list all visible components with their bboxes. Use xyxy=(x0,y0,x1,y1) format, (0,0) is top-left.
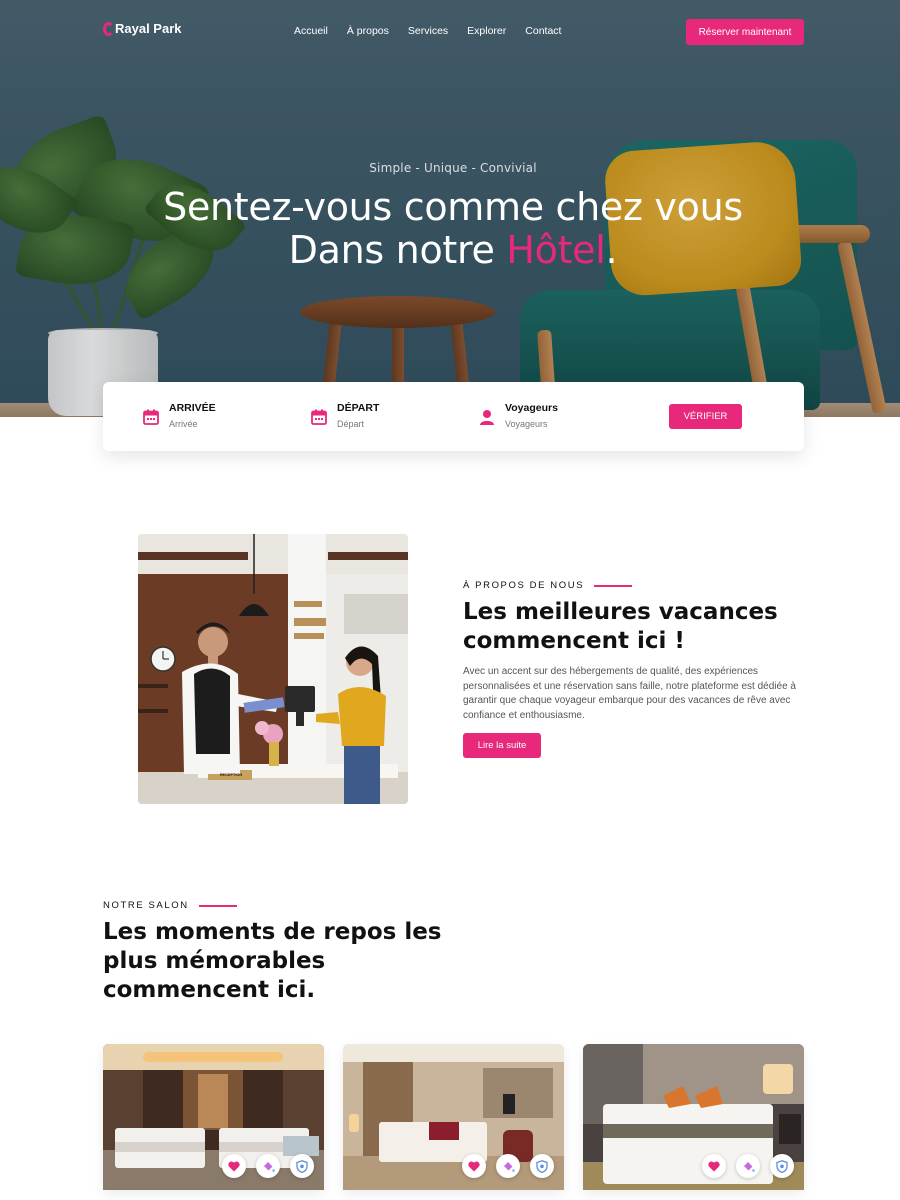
guests-label: Voyageurs xyxy=(505,402,558,414)
nav-link-accueil[interactable]: Accueil xyxy=(294,25,328,37)
hero-title-highlight: Hôtel xyxy=(506,228,606,272)
arrival-placeholder: Arrivée xyxy=(169,419,198,429)
book-now-button[interactable]: Réserver maintenant xyxy=(686,19,804,45)
reception-photo: RECEPTION xyxy=(138,534,408,804)
nav-link-services[interactable]: Services xyxy=(408,25,448,37)
about-eyebrow: À PROPOS DE NOUS xyxy=(463,580,633,591)
paint-bucket-icon[interactable] xyxy=(256,1154,280,1178)
departure-placeholder: Départ xyxy=(337,419,365,429)
arrival-label: ARRIVÉE xyxy=(169,402,216,414)
room-card-3-actions xyxy=(702,1154,794,1178)
guests-field[interactable]: Voyageurs Voyageurs xyxy=(479,402,558,429)
departure-label: DÉPART xyxy=(337,402,380,414)
nav-link-a-propos[interactable]: À propos xyxy=(347,25,389,37)
heart-icon[interactable] xyxy=(702,1154,726,1178)
about-eyebrow-text: À PROPOS DE NOUS xyxy=(463,580,585,591)
room-card-1[interactable] xyxy=(103,1044,324,1190)
hero-title-line2-pre: Dans notre xyxy=(288,228,507,272)
room-card-2[interactable] xyxy=(343,1044,564,1190)
hero-section: Rayal Park Accueil À propos Services Exp… xyxy=(0,0,900,417)
user-icon xyxy=(480,410,494,425)
heart-icon[interactable] xyxy=(462,1154,486,1178)
crescent-logo-icon xyxy=(103,21,114,36)
heart-icon[interactable] xyxy=(222,1154,246,1178)
shield-icon[interactable] xyxy=(530,1154,554,1178)
room-card-1-actions xyxy=(222,1154,314,1178)
about-text: Avec un accent sur des hébergements de q… xyxy=(463,666,796,721)
hero-title-line1: Sentez-vous comme chez vous xyxy=(163,185,743,229)
nav-links: Accueil À propos Services Explorer Conta… xyxy=(294,25,561,37)
shield-icon[interactable] xyxy=(770,1154,794,1178)
brand-name: Rayal Park xyxy=(115,21,182,36)
read-more-button[interactable]: Lire la suite xyxy=(463,733,541,758)
departure-field[interactable]: DÉPART Départ xyxy=(311,402,379,429)
calendar-icon xyxy=(143,409,159,425)
booking-bar: ARRIVÉE Arrivée DÉPART Départ Voyageurs … xyxy=(103,382,804,451)
hero-tagline: Simple - Unique - Convivial xyxy=(369,161,537,175)
room-card-2-actions xyxy=(462,1154,554,1178)
reception-sign: RECEPTION xyxy=(219,773,243,777)
nav-link-contact[interactable]: Contact xyxy=(525,25,561,37)
salon-eyebrow: NOTRE SALON xyxy=(103,900,237,911)
about-eyebrow-line xyxy=(594,584,633,587)
hero-title-line2-post: . xyxy=(605,228,618,272)
reception-illustration xyxy=(138,534,408,804)
room-card-3[interactable] xyxy=(583,1044,804,1190)
about-title: Les meilleures vacances commencent ici ! xyxy=(463,599,778,654)
shield-icon[interactable] xyxy=(290,1154,314,1178)
logo[interactable]: Rayal Park xyxy=(103,21,182,36)
salon-eyebrow-text: NOTRE SALON xyxy=(103,900,189,911)
paint-bucket-icon[interactable] xyxy=(736,1154,760,1178)
hero-title: Sentez-vous comme chez vous Dans notre H… xyxy=(0,186,900,272)
paint-bucket-icon[interactable] xyxy=(496,1154,520,1178)
guests-placeholder: Voyageurs xyxy=(505,419,548,429)
salon-eyebrow-line xyxy=(198,904,237,907)
calendar-icon xyxy=(311,409,327,425)
verify-button[interactable]: VÉRIFIER xyxy=(669,404,742,429)
nav-link-explorer[interactable]: Explorer xyxy=(467,25,506,37)
arrival-field[interactable]: ARRIVÉE Arrivée xyxy=(143,402,216,429)
salon-title: Les moments de repos les plus mémorables… xyxy=(103,919,442,1003)
top-nav: Rayal Park Accueil À propos Services Exp… xyxy=(0,0,900,64)
